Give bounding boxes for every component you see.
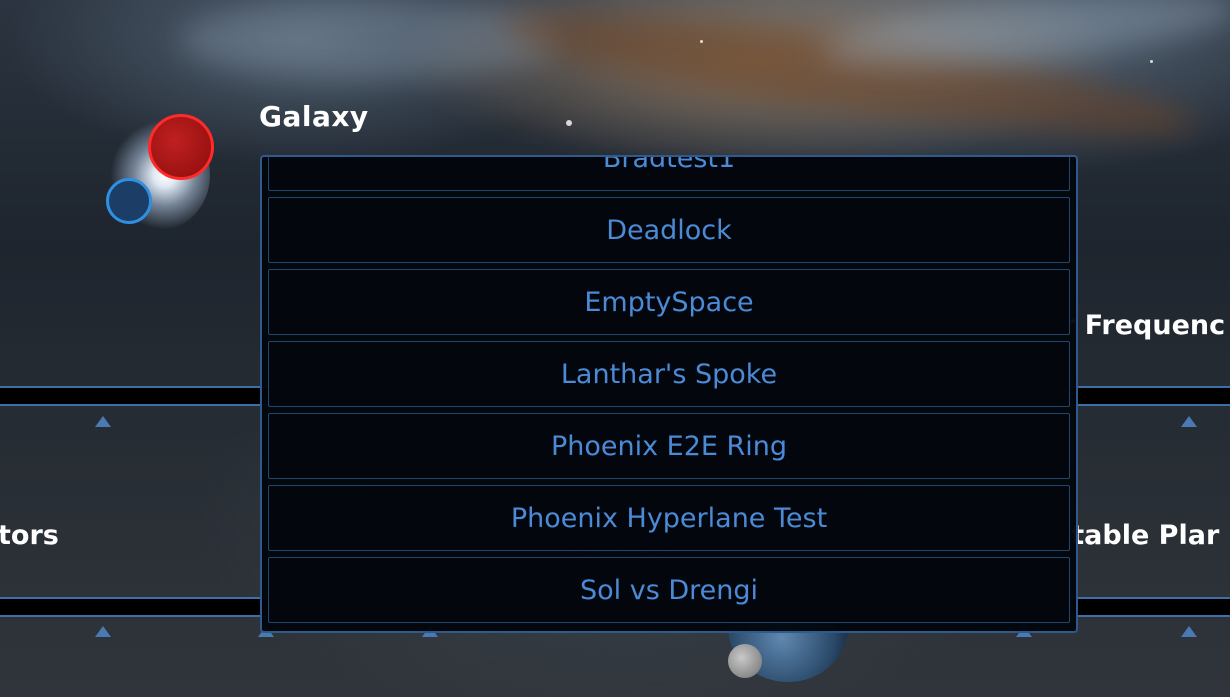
galaxy-icon (104, 112, 224, 232)
background-nebula (180, 0, 560, 80)
up-arrow-icon[interactable] (95, 416, 111, 427)
option-emptyspace[interactable]: EmptySpace (268, 269, 1070, 335)
option-lanthars-spoke[interactable]: Lanthar's Spoke (268, 341, 1070, 407)
red-player-marker (148, 114, 214, 180)
option-deadlock[interactable]: Deadlock (268, 197, 1070, 263)
option-phoenix-hyperlane-test[interactable]: Phoenix Hyperlane Test (268, 485, 1070, 551)
up-arrow-icon[interactable] (1181, 626, 1197, 637)
star (566, 120, 572, 126)
galaxy-options-list: Bradtest1 Deadlock EmptySpace Lanthar's … (268, 157, 1070, 629)
option-phoenix-e2e-ring[interactable]: Phoenix E2E Ring (268, 413, 1070, 479)
star (1150, 60, 1153, 63)
option-sol-vs-drengi[interactable]: Sol vs Drengi (268, 557, 1070, 623)
up-arrow-icon[interactable] (95, 626, 111, 637)
habitable-planets-label: itable Plar (1062, 520, 1220, 551)
blue-player-marker (106, 178, 152, 224)
frequency-label: r Frequenc (1062, 310, 1226, 341)
moon (728, 644, 762, 678)
galaxy-dropdown[interactable]: Bradtest1 Deadlock EmptySpace Lanthar's … (260, 155, 1078, 633)
operators-label: tors (0, 520, 59, 551)
galaxy-label: Galaxy (259, 100, 369, 133)
option-bradtest1[interactable]: Bradtest1 (268, 157, 1070, 191)
star (700, 40, 703, 43)
up-arrow-icon[interactable] (1181, 416, 1197, 427)
